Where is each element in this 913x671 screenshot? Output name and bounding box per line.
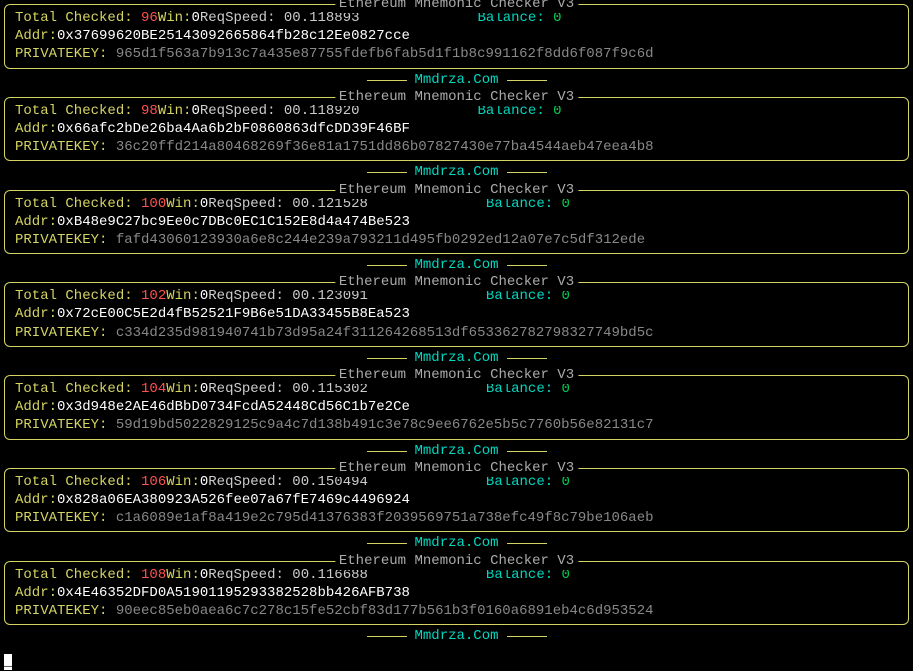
privkey-line: PRIVATEKEY: 36c20ffd214a80468269f36e81a1… <box>15 138 898 156</box>
addr-line: Addr: 0x3d948e2AE46dBbD0734FcdA52448Cd56… <box>15 398 898 416</box>
total-checked-label: Total Checked: <box>15 196 133 212</box>
privkey-line: PRIVATEKEY: fafd43060123930a6e8c244e239a… <box>15 231 898 249</box>
addr-line: Addr: 0xB48e9C27bc9Ee0c7DBc0EC1C152E8d4a… <box>15 213 898 231</box>
block-footer: Mmdrza.Com <box>4 442 909 460</box>
privkey-line: PRIVATEKEY: c334d235d981940741b73d95a24f… <box>15 324 898 342</box>
reqspeed-label: ReqSpeed: <box>208 381 284 397</box>
block-title: Ethereum Mnemonic Checker V3 <box>335 459 578 477</box>
privkey-value: c334d235d981940741b73d95a24f311264268513… <box>116 325 654 341</box>
privkey-label: PRIVATEKEY: <box>15 325 107 341</box>
win-label: Win: <box>166 567 200 583</box>
total-checked-value: 102 <box>141 288 166 304</box>
addr-label: Addr: <box>15 214 57 230</box>
block-title: Ethereum Mnemonic Checker V3 <box>335 0 578 13</box>
privkey-label: PRIVATEKEY: <box>15 139 107 155</box>
checker-block: Ethereum Mnemonic Checker V3Total Checke… <box>4 97 909 162</box>
checker-block: Ethereum Mnemonic Checker V3Total Checke… <box>4 375 909 440</box>
addr-label: Addr: <box>15 585 57 601</box>
block-title: Ethereum Mnemonic Checker V3 <box>335 552 578 570</box>
block-footer: Mmdrza.Com <box>4 71 909 89</box>
total-checked-value: 106 <box>141 474 166 490</box>
total-checked-value: 98 <box>141 103 158 119</box>
privkey-value: 36c20ffd214a80468269f36e81a1751dd86b0782… <box>116 139 654 155</box>
win-label: Win: <box>166 288 200 304</box>
block-footer: Mmdrza.Com <box>4 349 909 367</box>
addr-label: Addr: <box>15 28 57 44</box>
win-value: 0 <box>200 474 208 490</box>
privkey-value: 90eec85eb0aea6c7c278c15fe52cbf83d177b561… <box>116 603 654 619</box>
addr-value: 0x828a06EA380923A526fee07a67fE7469c44969… <box>57 492 410 508</box>
addr-label: Addr: <box>15 492 57 508</box>
block-title: Ethereum Mnemonic Checker V3 <box>335 273 578 291</box>
block-title: Ethereum Mnemonic Checker V3 <box>335 366 578 384</box>
win-value: 0 <box>200 288 208 304</box>
privkey-line: PRIVATEKEY: c1a6089e1af8a419e2c795d41376… <box>15 509 898 527</box>
checker-block: Ethereum Mnemonic Checker V3Total Checke… <box>4 561 909 626</box>
privkey-value: 59d19bd5022829125c9a4c7d138b491c3e78c9ee… <box>116 417 654 433</box>
addr-label: Addr: <box>15 306 57 322</box>
privkey-line: PRIVATEKEY: 90eec85eb0aea6c7c278c15fe52c… <box>15 602 898 620</box>
block-footer: Mmdrza.Com <box>4 534 909 552</box>
privkey-label: PRIVATEKEY: <box>15 46 107 62</box>
reqspeed-label: ReqSpeed: <box>200 10 276 26</box>
win-label: Win: <box>158 10 192 26</box>
total-checked-label: Total Checked: <box>15 288 133 304</box>
addr-label: Addr: <box>15 399 57 415</box>
total-checked-label: Total Checked: <box>15 567 133 583</box>
total-checked-value: 100 <box>141 196 166 212</box>
addr-value: 0xB48e9C27bc9Ee0c7DBc0EC1C152E8d4a474Be5… <box>57 214 410 230</box>
addr-value: 0x37699620BE25143092665864fb28c12Ee0827c… <box>57 28 410 44</box>
win-label: Win: <box>166 381 200 397</box>
addr-line: Addr: 0x4E46352DFD0A51901195293382528bb4… <box>15 584 898 602</box>
total-checked-label: Total Checked: <box>15 474 133 490</box>
block-title: Ethereum Mnemonic Checker V3 <box>335 88 578 106</box>
reqspeed-label: ReqSpeed: <box>200 103 276 119</box>
privkey-label: PRIVATEKEY: <box>15 417 107 433</box>
block-footer: Mmdrza.Com <box>4 256 909 274</box>
total-checked-value: 104 <box>141 381 166 397</box>
privkey-value: c1a6089e1af8a419e2c795d41376383f20395697… <box>116 510 654 526</box>
privkey-value: 965d1f563a7b913c7a435e87755fdefb6fab5d1f… <box>116 46 654 62</box>
win-value: 0 <box>200 196 208 212</box>
addr-value: 0x72cE00C5E2d4fB52521F9B6e51DA33455B8Ea5… <box>57 306 410 322</box>
privkey-value: fafd43060123930a6e8c244e239a793211d495fb… <box>116 232 645 248</box>
checker-block: Ethereum Mnemonic Checker V3Total Checke… <box>4 190 909 255</box>
privkey-label: PRIVATEKEY: <box>15 603 107 619</box>
block-footer: Mmdrza.Com <box>4 627 909 645</box>
win-label: Win: <box>166 196 200 212</box>
block-footer: Mmdrza.Com <box>4 163 909 181</box>
cursor: _ <box>4 654 12 670</box>
total-checked-label: Total Checked: <box>15 381 133 397</box>
win-value: 0 <box>200 381 208 397</box>
addr-line: Addr: 0x72cE00C5E2d4fB52521F9B6e51DA3345… <box>15 305 898 323</box>
privkey-label: PRIVATEKEY: <box>15 510 107 526</box>
win-value: 0 <box>200 567 208 583</box>
addr-value: 0x4E46352DFD0A51901195293382528bb426AFB7… <box>57 585 410 601</box>
privkey-label: PRIVATEKEY: <box>15 232 107 248</box>
addr-line: Addr: 0x66afc2bDe26ba4Aa6b2bF0860863dfcD… <box>15 120 898 138</box>
win-label: Win: <box>166 474 200 490</box>
checker-block: Ethereum Mnemonic Checker V3Total Checke… <box>4 282 909 347</box>
addr-label: Addr: <box>15 121 57 137</box>
addr-line: Addr: 0x828a06EA380923A526fee07a67fE7469… <box>15 491 898 509</box>
reqspeed-label: ReqSpeed: <box>208 567 284 583</box>
total-checked-value: 96 <box>141 10 158 26</box>
privkey-line: PRIVATEKEY: 59d19bd5022829125c9a4c7d138b… <box>15 416 898 434</box>
win-value: 0 <box>191 10 199 26</box>
win-value: 0 <box>191 103 199 119</box>
checker-block: Ethereum Mnemonic Checker V3Total Checke… <box>4 468 909 533</box>
total-checked-value: 108 <box>141 567 166 583</box>
addr-value: 0x3d948e2AE46dBbD0734FcdA52448Cd56C1b7e2… <box>57 399 410 415</box>
win-label: Win: <box>158 103 192 119</box>
block-title: Ethereum Mnemonic Checker V3 <box>335 181 578 199</box>
checker-block: Ethereum Mnemonic Checker V3Total Checke… <box>4 4 909 69</box>
addr-value: 0x66afc2bDe26ba4Aa6b2bF0860863dfcDD39F46… <box>57 121 410 137</box>
total-checked-label: Total Checked: <box>15 10 133 26</box>
reqspeed-label: ReqSpeed: <box>208 196 284 212</box>
reqspeed-label: ReqSpeed: <box>208 288 284 304</box>
addr-line: Addr: 0x37699620BE25143092665864fb28c12E… <box>15 27 898 45</box>
privkey-line: PRIVATEKEY: 965d1f563a7b913c7a435e87755f… <box>15 45 898 63</box>
reqspeed-label: ReqSpeed: <box>208 474 284 490</box>
total-checked-label: Total Checked: <box>15 103 133 119</box>
